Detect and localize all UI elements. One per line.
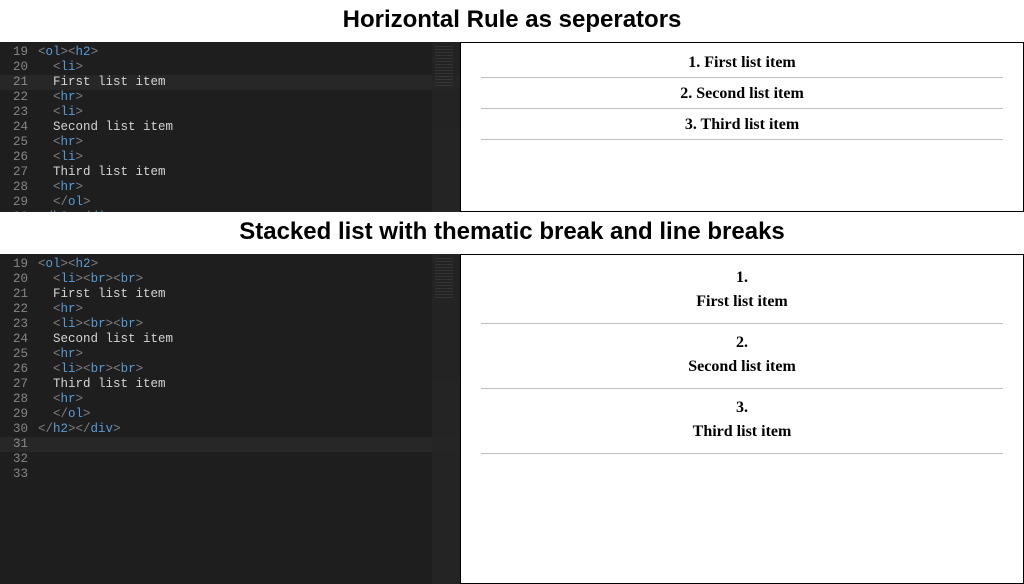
list-item-text: First list item <box>481 289 1003 321</box>
line-number-gutter: 19 20 21 22 23 24 25 26 27 28 29 30 31 3… <box>0 254 34 584</box>
list-item-text: Second list item <box>481 354 1003 386</box>
list-item: 2. Second list item <box>481 82 1003 106</box>
example-row-2: 19 20 21 22 23 24 25 26 27 28 29 30 31 3… <box>0 254 1024 584</box>
render-output-2: 1.First list item 2.Second list item 3.Thi… <box>460 254 1024 584</box>
code-content[interactable]: <ol><h2> <li><br><br> First list item <h… <box>34 254 460 584</box>
list-item-text: Third list item <box>481 419 1003 451</box>
horizontal-rule <box>481 77 1003 78</box>
heading-2: Stacked list with thematic break and lin… <box>0 212 1024 254</box>
horizontal-rule <box>481 108 1003 109</box>
code-content[interactable]: <ol><h2> <li> First list item <hr> <li> … <box>34 42 460 212</box>
list-item-number: 3. <box>481 393 1003 419</box>
horizontal-rule <box>481 139 1003 140</box>
example-row-1: 19 20 21 22 23 24 25 26 27 28 29 30 <ol>… <box>0 42 1024 212</box>
horizontal-rule <box>481 323 1003 324</box>
horizontal-rule <box>481 453 1003 454</box>
line-number-gutter: 19 20 21 22 23 24 25 26 27 28 29 30 <box>0 42 34 212</box>
list-item-number: 1. <box>481 263 1003 289</box>
list-item-number: 2. <box>481 328 1003 354</box>
code-editor-2[interactable]: 19 20 21 22 23 24 25 26 27 28 29 30 31 3… <box>0 254 460 584</box>
horizontal-rule <box>481 388 1003 389</box>
heading-1: Horizontal Rule as seperators <box>0 0 1024 42</box>
list-item: 1. First list item <box>481 51 1003 75</box>
code-editor-1[interactable]: 19 20 21 22 23 24 25 26 27 28 29 30 <ol>… <box>0 42 460 212</box>
render-output-1: 1. First list item 2. Second list item 3. … <box>460 42 1024 212</box>
list-item: 3. Third list item <box>481 113 1003 137</box>
